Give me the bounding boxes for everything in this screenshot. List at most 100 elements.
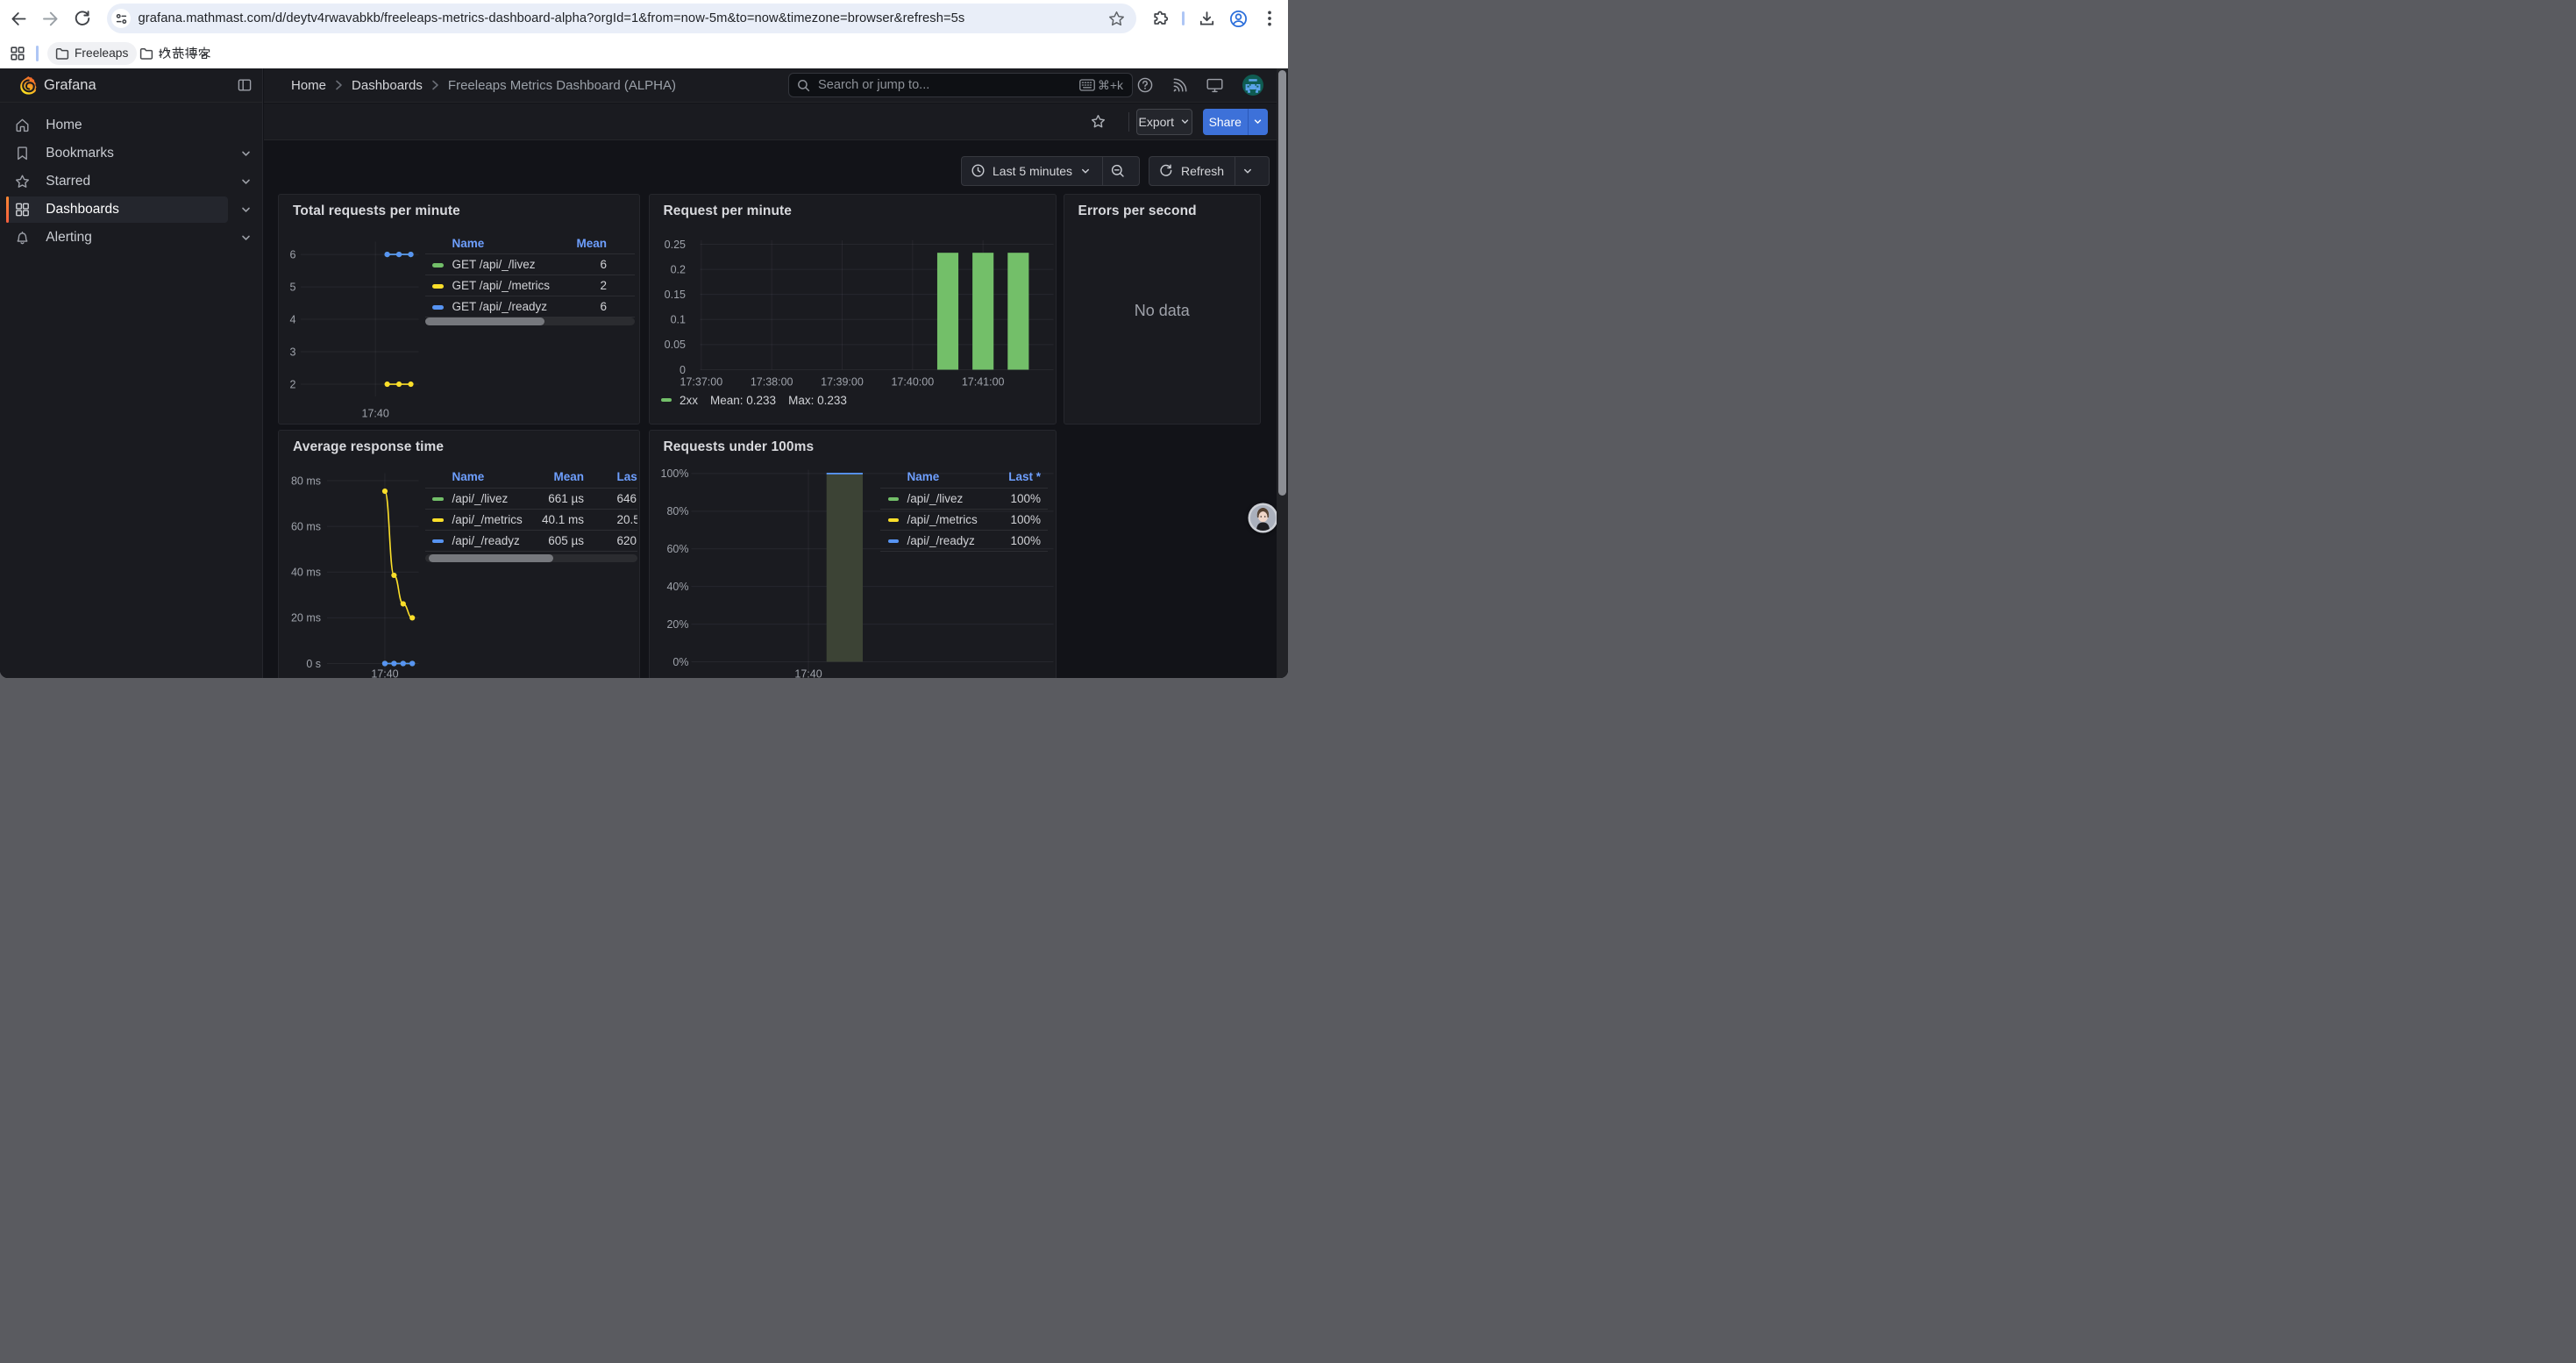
sidebar-item-dashboards[interactable]: Dashboards: [6, 196, 229, 224]
legend-table[interactable]: NameLast */api/_/livez100%/api/_/metrics…: [880, 467, 1048, 552]
keyboard-icon: [1079, 79, 1095, 91]
breadcrumb-home[interactable]: Home: [291, 78, 326, 93]
sidebar-item-home[interactable]: Home: [6, 111, 229, 139]
chevron-down-icon[interactable]: [240, 175, 252, 187]
series-name[interactable]: /api/_/metrics: [452, 513, 523, 526]
legend-row[interactable]: /api/_/livez661 µs646 µs: [425, 488, 637, 509]
sidebar-item-bookmarks[interactable]: Bookmarks: [6, 139, 229, 168]
back-icon[interactable]: [10, 10, 28, 28]
series-name[interactable]: GET /api/_/readyz: [452, 300, 548, 313]
extensions-icon[interactable]: [1152, 11, 1168, 26]
svg-text:0: 0: [680, 363, 686, 375]
chevron-down-icon[interactable]: [240, 232, 252, 243]
bookmark-item[interactable]: Freeleaps: [47, 42, 137, 65]
series-name[interactable]: GET /api/_/livez: [452, 258, 536, 271]
legend-row[interactable]: GET /api/_/livez6: [425, 253, 635, 275]
profile-icon[interactable]: [1229, 10, 1248, 28]
forward-icon[interactable]: [41, 10, 60, 28]
legend-scrollbar-thumb[interactable]: [429, 554, 553, 562]
url-bar[interactable]: grafana.mathmast.com/d/deytv4rwavabkb/fr…: [107, 4, 1136, 33]
legend-row[interactable]: /api/_/metrics40.1 ms20.5 ms: [425, 509, 637, 530]
apps-grid-icon[interactable]: [11, 46, 25, 61]
chevron-down-icon[interactable]: [240, 203, 252, 215]
legend-row[interactable]: /api/_/readyz 100%: [880, 530, 1048, 551]
series-value: 661 µs: [548, 492, 584, 505]
sidebar-item-alerting[interactable]: Alerting: [6, 224, 229, 252]
svg-text:6: 6: [290, 248, 296, 260]
series-color-dash: [432, 305, 444, 310]
svg-text:17:40:00: 17:40:00: [891, 375, 934, 388]
panel-total-requests[interactable]: Total requests per minute 6543217:40 Nam…: [278, 194, 640, 425]
series-value: 100%: [1010, 534, 1041, 547]
time-controls: Last 5 minutes: [961, 156, 1140, 186]
browser-toolbar: grafana.mathmast.com/d/deytv4rwavabkb/fr…: [0, 0, 1288, 39]
url-text[interactable]: grafana.mathmast.com/d/deytv4rwavabkb/fr…: [139, 4, 965, 33]
series-color-dash: [432, 263, 444, 268]
series-value: 6: [600, 300, 607, 313]
series-mean: Mean: 0.233: [710, 394, 776, 407]
svg-text:0.25: 0.25: [664, 238, 685, 250]
legend-row[interactable]: /api/_/readyz605 µs620 µs: [425, 530, 637, 551]
page-scrollbar[interactable]: [1277, 68, 1289, 678]
help-icon[interactable]: [1137, 77, 1153, 93]
breadcrumb-dashboards[interactable]: Dashboards: [352, 78, 423, 93]
refresh-interval-dropdown[interactable]: [1235, 157, 1259, 185]
svg-text:17:38:00: 17:38:00: [750, 375, 793, 388]
share-menu-button[interactable]: [1248, 109, 1268, 135]
legend-table[interactable]: NameMeanGET /api/_/livez6GET /api/_/metr…: [425, 232, 635, 318]
bookmark-star-icon[interactable]: [1108, 11, 1125, 27]
legend-scrollbar[interactable]: [425, 554, 637, 562]
legend-row[interactable]: /api/_/metrics100%: [880, 509, 1048, 530]
share-button[interactable]: Share: [1203, 109, 1249, 135]
zoom-out-icon[interactable]: [1103, 157, 1133, 185]
series-name[interactable]: GET /api/_/metrics: [452, 279, 551, 292]
grafana-logo[interactable]: [18, 75, 39, 96]
bookmarks-separator: [36, 46, 39, 61]
legend-scrollbar-thumb[interactable]: [425, 318, 544, 325]
legend-scrollbar[interactable]: [425, 318, 635, 325]
series-value: 100%: [1010, 492, 1041, 505]
panel-collapse-icon[interactable]: [238, 78, 252, 92]
panel-request-per-minute[interactable]: Request per minute 0.250.20.150.10.05017…: [649, 194, 1057, 425]
series-name[interactable]: /api/_/metrics: [907, 513, 978, 526]
panel-average-response-time[interactable]: Average response time 80 ms60 ms40 ms20 …: [278, 430, 640, 678]
svg-text:3: 3: [290, 346, 296, 358]
bookmark-item[interactable]: [132, 42, 219, 65]
legend-row[interactable]: /api/_/livez 100%: [880, 488, 1048, 509]
user-avatar[interactable]: [1242, 75, 1263, 96]
time-range-picker[interactable]: Last 5 minutes: [985, 157, 1072, 185]
legend-row[interactable]: GET /api/_/readyz 6: [425, 296, 635, 317]
sidebar-item-starred[interactable]: Starred: [6, 168, 229, 196]
series-name[interactable]: /api/_/readyz: [452, 534, 520, 547]
series-name[interactable]: /api/_/livez: [907, 492, 964, 505]
series-name[interactable]: /api/_/livez: [452, 492, 509, 505]
reload-icon[interactable]: [74, 10, 91, 27]
panel-title[interactable]: Errors per second: [1078, 203, 1197, 219]
bookmarks-bar: Freeleaps: [0, 39, 1288, 68]
window-bottom-edge: [0, 1359, 2576, 1363]
star-dashboard-icon[interactable]: [1091, 114, 1106, 129]
legend[interactable]: 2xx Mean: 0.233 Max: 0.233: [661, 394, 847, 407]
site-controls-icon[interactable]: [111, 9, 131, 28]
rss-icon[interactable]: [1172, 78, 1187, 93]
export-button[interactable]: Export: [1136, 109, 1193, 135]
breadcrumb-current: Freeleaps Metrics Dashboard (ALPHA): [448, 78, 676, 93]
legend-row[interactable]: GET /api/_/metrics2: [425, 275, 635, 296]
svg-text:0.1: 0.1: [670, 313, 685, 325]
monitor-icon[interactable]: [1206, 78, 1223, 93]
refresh-button[interactable]: Refresh: [1172, 157, 1224, 185]
floating-assistant-avatar[interactable]: [1248, 503, 1278, 533]
scrollbar-thumb[interactable]: [1278, 70, 1287, 496]
menu-dots-icon[interactable]: [1263, 10, 1277, 27]
panel-errors-per-second[interactable]: Errors per second No data: [1064, 194, 1262, 425]
panel-requests-under-100ms[interactable]: Requests under 100ms 100%80%60%40%20%0%1…: [649, 430, 1057, 678]
series-color-dash: [432, 518, 444, 523]
svg-text:60 ms: 60 ms: [291, 520, 321, 532]
legend-table[interactable]: NameMeanLast */api/_/livez661 µs646 µs/a…: [425, 467, 637, 565]
series-name[interactable]: /api/_/readyz: [907, 534, 975, 547]
chevron-down-icon[interactable]: [240, 147, 252, 159]
series-name[interactable]: 2xx: [680, 394, 698, 407]
svg-text:80%: 80%: [666, 505, 688, 517]
download-icon[interactable]: [1199, 11, 1215, 27]
search-input[interactable]: Search or jump to... ⌘+k: [788, 73, 1133, 97]
